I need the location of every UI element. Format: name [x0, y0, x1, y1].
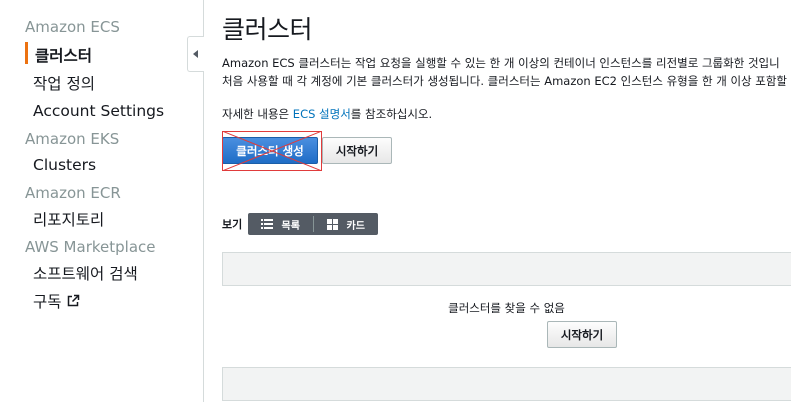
cluster-list-header	[222, 252, 791, 286]
list-icon	[260, 219, 273, 229]
nav-item-repositories[interactable]: 리포지토리	[33, 208, 104, 230]
get-started-button[interactable]: 시작하기	[322, 137, 392, 164]
view-list-button[interactable]: 목록	[248, 213, 313, 235]
view-card-button[interactable]: 카드	[314, 213, 379, 235]
nav-group-eks: Amazon EKS	[25, 130, 120, 148]
description-line-1: Amazon ECS 클러스터는 작업 요청을 실행할 수 있는 한 개 이상의…	[222, 56, 780, 70]
view-toggle: 목록 카드	[248, 213, 378, 235]
view-card-label: 카드	[346, 220, 365, 232]
nav-item-subscriptions-label: 구독	[33, 293, 62, 311]
nav-item-subscriptions[interactable]: 구독	[33, 290, 80, 312]
empty-get-started-button[interactable]: 시작하기	[547, 321, 617, 348]
nav-item-eks-clusters[interactable]: Clusters	[33, 156, 96, 174]
view-list-label: 목록	[281, 220, 300, 232]
docs-suffix: 를 참조하십시오.	[350, 107, 433, 121]
sidebar: Amazon ECS 클러스터 작업 정의 Account Settings A…	[0, 0, 187, 402]
description-line-2: 처음 사용할 때 각 계정에 기본 클러스터가 생성됩니다. 클러스터는 Ama…	[222, 74, 788, 88]
docs-prefix: 자세한 내용은	[222, 107, 293, 121]
empty-state-message: 클러스터를 찾을 수 없음	[448, 301, 565, 315]
nav-item-clusters[interactable]: 클러스터	[35, 44, 92, 66]
create-cluster-button[interactable]: 클러스터 생성	[222, 137, 318, 164]
active-indicator	[25, 42, 28, 64]
nav-group-ecs: Amazon ECS	[25, 18, 120, 36]
cluster-list-footer	[222, 367, 791, 401]
nav-item-task-definitions[interactable]: 작업 정의	[33, 72, 95, 94]
caret-left-icon	[193, 50, 198, 58]
docs-note: 자세한 내용은 ECS 설명서를 참조하십시오.	[222, 106, 432, 122]
view-label: 보기	[222, 218, 243, 231]
sidebar-collapse-button[interactable]	[187, 36, 204, 72]
ecs-docs-link[interactable]: ECS 설명서	[293, 107, 351, 121]
nav-item-discover-software[interactable]: 소프트웨어 검색	[33, 262, 138, 284]
nav-item-account-settings[interactable]: Account Settings	[33, 102, 164, 120]
nav-group-ecr: Amazon ECR	[25, 184, 121, 202]
external-link-icon	[67, 294, 79, 307]
page-title: 클러스터	[222, 15, 313, 44]
grid-icon	[326, 218, 338, 230]
nav-group-marketplace: AWS Marketplace	[25, 238, 156, 256]
